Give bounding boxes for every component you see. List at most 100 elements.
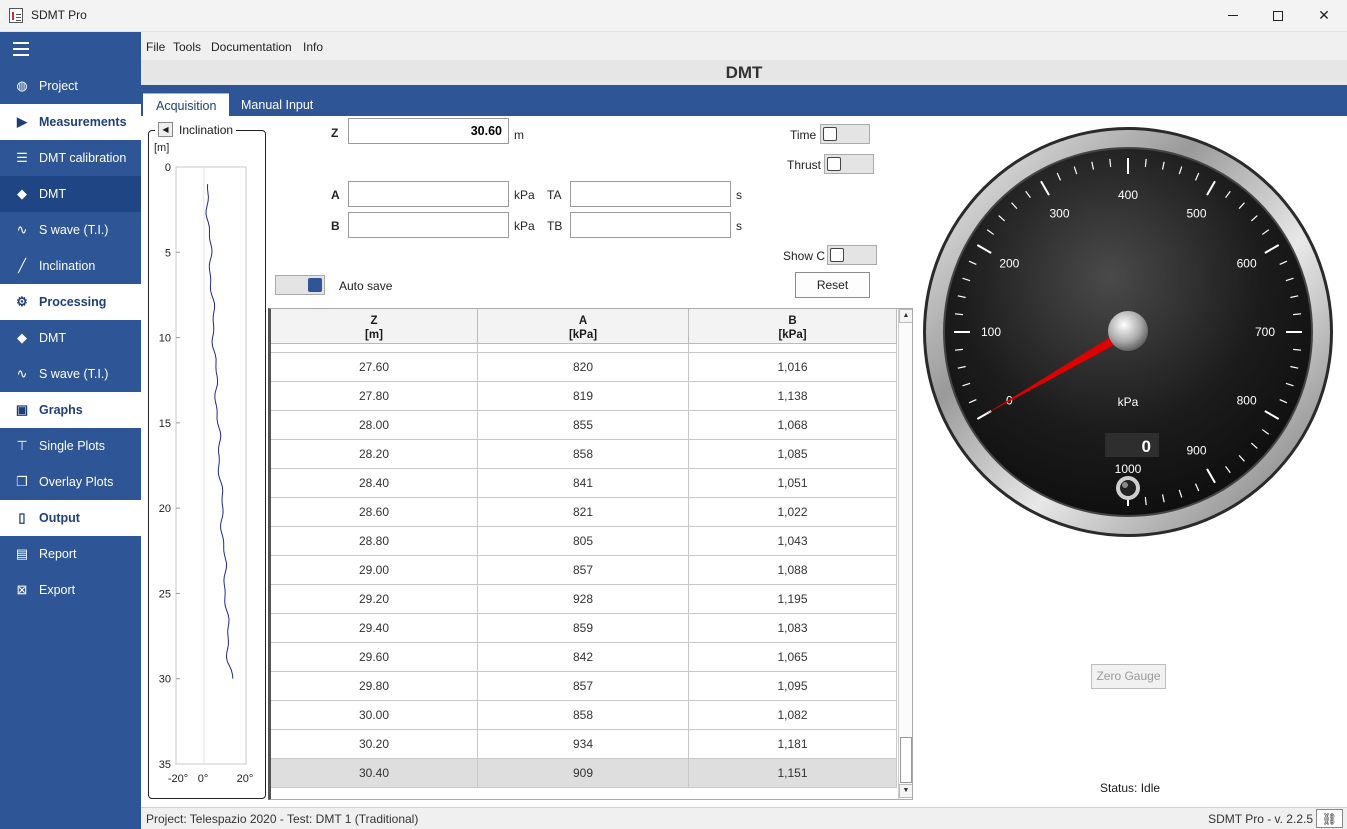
sidebar-item-label: Output xyxy=(39,511,80,525)
a-pressure-field[interactable] xyxy=(348,181,509,207)
table-row[interactable]: 28.80 805 1,043 xyxy=(271,527,897,556)
cell-z: 30.00 xyxy=(271,701,478,729)
cell-a: 820 xyxy=(478,353,689,381)
sidebar-item-inclination[interactable]: ╱ Inclination xyxy=(0,248,141,284)
table-row[interactable]: 30.00 858 1,082 xyxy=(271,701,897,730)
incl-y-tick: 0 xyxy=(165,162,171,174)
sidebar-item-dmt[interactable]: ◆ DMT xyxy=(0,176,141,212)
layers-icon: ❐ xyxy=(16,474,28,489)
sidebar-item-label: DMT xyxy=(39,187,67,201)
time-toggle[interactable] xyxy=(820,124,870,144)
column-header-z[interactable]: Z [m] xyxy=(271,309,478,344)
table-row[interactable]: 29.00 857 1,088 xyxy=(271,556,897,585)
sidebar-item-label: DMT calibration xyxy=(39,151,127,165)
gauge-minor-tick xyxy=(954,348,963,351)
gears-icon: ⚙ xyxy=(16,294,28,309)
maximize-button[interactable] xyxy=(1255,0,1301,31)
cell-b: 1,051 xyxy=(689,469,897,497)
table-row-selected[interactable]: 30.40 909 1,151 xyxy=(271,759,897,788)
tb-time-field[interactable] xyxy=(570,212,731,238)
sidebar-item-label: Measurements xyxy=(39,115,127,129)
sidebar-item-dmt-calibration[interactable]: ☰ DMT calibration xyxy=(0,140,141,176)
table-row[interactable]: 29.20 928 1,195 xyxy=(271,585,897,614)
reset-button[interactable]: Reset xyxy=(795,272,870,298)
table-row[interactable]: 28.60 821 1,022 xyxy=(271,498,897,527)
sidebar-item-overlay-plots[interactable]: ❐ Overlay Plots xyxy=(0,464,141,500)
sidebar-item-s-wave[interactable]: ∿ S wave (T.I.) xyxy=(0,212,141,248)
cell-a: 842 xyxy=(478,643,689,671)
z-unit: m xyxy=(514,128,524,142)
incl-x-tick: 0° xyxy=(198,773,209,785)
minimize-icon xyxy=(1228,15,1238,16)
sidebar-item-label: Single Plots xyxy=(39,439,106,453)
table-row[interactable]: 29.40 859 1,083 xyxy=(271,614,897,643)
pin-icon: ⊤ xyxy=(16,438,28,453)
close-button[interactable]: ✕ xyxy=(1301,0,1347,31)
incl-x-tick: -20° xyxy=(168,773,188,785)
hamburger-menu-icon[interactable] xyxy=(13,42,29,56)
scrollbar-thumb[interactable] xyxy=(900,737,912,783)
sidebar-item-output[interactable]: ▯ Output xyxy=(0,500,141,536)
gauge-scale-label: 100 xyxy=(981,325,1001,339)
auto-save-toggle[interactable] xyxy=(275,275,325,295)
column-header-b[interactable]: B [kPa] xyxy=(689,309,897,344)
sidebar-item-processing-s-wave[interactable]: ∿ S wave (T.I.) xyxy=(0,356,141,392)
menu-file[interactable]: File xyxy=(146,40,165,54)
sidebar-item-report[interactable]: ▤ Report xyxy=(0,536,141,572)
cell-b: 1,065 xyxy=(689,643,897,671)
sidebar-item-label: Processing xyxy=(39,295,107,309)
menu-documentation[interactable]: Documentation xyxy=(211,40,292,54)
cell-b: 1,095 xyxy=(689,672,897,700)
sidebar-item-project[interactable]: ◍ Project xyxy=(0,68,141,104)
cell-a: 805 xyxy=(478,527,689,555)
show-c-toggle[interactable] xyxy=(827,245,877,265)
status-text: Status: Idle xyxy=(1100,781,1161,795)
scroll-up-arrow-icon[interactable]: ▲ xyxy=(899,309,912,323)
image-icon: ▣ xyxy=(15,402,29,417)
sidebar-item-graphs[interactable]: ▣ Graphs xyxy=(0,392,141,428)
cell-b: 1,138 xyxy=(689,382,897,410)
menu-info[interactable]: Info xyxy=(303,40,323,54)
b-unit: kPa xyxy=(514,219,535,233)
scroll-down-arrow-icon[interactable]: ▼ xyxy=(899,784,912,798)
sidebar-item-measurements[interactable]: ▶ Measurements xyxy=(0,104,141,140)
link-icon[interactable]: ⛓ xyxy=(1316,809,1343,828)
auto-save-label: Auto save xyxy=(339,279,393,293)
gauge-scale-label: 300 xyxy=(1049,206,1069,220)
table-row[interactable]: 27.80 819 1,138 xyxy=(271,382,897,411)
table-row[interactable]: 29.80 857 1,095 xyxy=(271,672,897,701)
tab-bar: Acquisition Manual Input xyxy=(141,85,1347,116)
sidebar-item-processing-dmt[interactable]: ◆ DMT xyxy=(0,320,141,356)
sidebar-item-single-plots[interactable]: ⊤ Single Plots xyxy=(0,428,141,464)
table-row[interactable]: 27.60 820 1,016 xyxy=(271,353,897,382)
table-row[interactable]: 28.00 855 1,068 xyxy=(271,411,897,440)
incl-y-tick: 5 xyxy=(165,247,171,259)
table-row[interactable]: 28.40 841 1,051 xyxy=(271,469,897,498)
table-scrollbar[interactable]: ▲ ▼ xyxy=(898,309,912,799)
table-row[interactable]: 29.60 842 1,065 xyxy=(271,643,897,672)
menu-tools[interactable]: Tools xyxy=(173,40,201,54)
minimize-button[interactable] xyxy=(1210,0,1256,31)
globe-icon: ◍ xyxy=(16,78,28,93)
zero-gauge-button[interactable]: Zero Gauge xyxy=(1091,664,1166,689)
sidebar-item-processing[interactable]: ⚙ Processing xyxy=(0,284,141,320)
incl-y-tick: 15 xyxy=(159,418,171,430)
cell-b: 1,085 xyxy=(689,440,897,468)
column-header-a[interactable]: A [kPa] xyxy=(478,309,689,344)
z-depth-field[interactable] xyxy=(348,118,509,144)
tab-acquisition[interactable]: Acquisition xyxy=(143,93,230,116)
incl-x-tick: 20° xyxy=(237,773,254,785)
tab-manual-input[interactable]: Manual Input xyxy=(228,93,326,116)
ta-time-field[interactable] xyxy=(570,181,731,207)
collapse-left-icon[interactable]: ◀ xyxy=(158,122,173,137)
wave-icon: ∿ xyxy=(16,366,28,381)
a-label: A xyxy=(331,188,340,202)
table-row[interactable]: 28.20 858 1,085 xyxy=(271,440,897,469)
menu-bar: File Tools Documentation Info xyxy=(141,32,1347,60)
incl-y-tick: 25 xyxy=(159,588,171,600)
b-pressure-field[interactable] xyxy=(348,212,509,238)
table-row[interactable]: 30.20 934 1,181 xyxy=(271,730,897,759)
sidebar-item-export[interactable]: ⊠ Export xyxy=(0,572,141,608)
table-header: Z [m] A [kPa] B [kPa] xyxy=(271,309,897,344)
thrust-toggle[interactable] xyxy=(824,154,874,174)
